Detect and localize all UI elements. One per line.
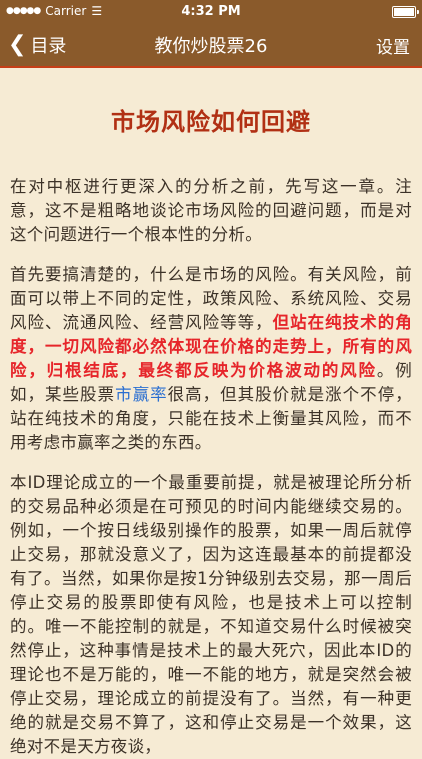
paragraph-1: 在对中枢进行更深入的分析之前，先写这一章。注意，这不是粗略地谈论市场风险的回避问… <box>10 177 412 244</box>
status-time: 4:32 PM <box>181 4 241 19</box>
battery-group <box>392 4 419 18</box>
battery-icon <box>392 5 419 18</box>
article-title: 市场风险如何回避 <box>111 108 311 136</box>
nav-title: 教你炒股票26 <box>154 36 268 57</box>
nav-bar: ❮ 目录 教你炒股票26 设置 <box>0 22 422 66</box>
settings-button[interactable]: 设置 <box>376 33 410 58</box>
paragraph-2: 首先要搞清楚的，什么是市场的风险。有关风险，前面可以带上不同的定性，政策风险、系… <box>10 263 412 455</box>
paragraph-3: 本ID理论成立的一个最重要前提，就是被理论所分析的交易品种必须是在可预见的时间内… <box>10 473 412 756</box>
paragraph-2-keyword: 市赢率 <box>115 385 168 404</box>
article-content[interactable]: 市场风险如何回避 在对中枢进行更深入的分析之前，先写这一章。注意，这不是粗略地谈… <box>0 102 422 759</box>
status-bar: ●●●●● Carrier ☰ 4:32 PM <box>0 0 422 22</box>
nav-divider <box>0 66 422 68</box>
